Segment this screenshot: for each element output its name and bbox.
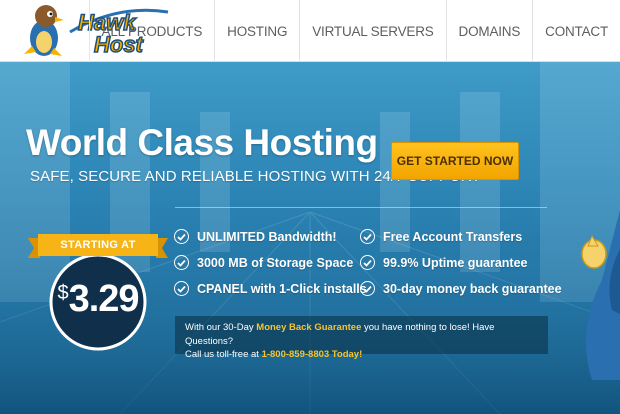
main-nav: ALL PRODUCTS HOSTING VIRTUAL SERVERS DOM… bbox=[88, 0, 620, 62]
site-header: Hawk Host ALL PRODUCTS HOSTING VIRTUAL S… bbox=[0, 0, 620, 62]
guarantee-line-1: With our 30-Day Money Back Guarantee you… bbox=[185, 321, 538, 348]
feature-label: 3000 MB of Storage Space bbox=[197, 255, 354, 270]
price-badge: STARTING AT $3.29 bbox=[28, 232, 168, 352]
price-amount: 3.29 bbox=[68, 278, 140, 320]
feature-item: 30-day money back guarantee bbox=[360, 281, 562, 296]
feature-label: 99.9% Uptime guarantee bbox=[383, 255, 528, 270]
feature-label: Free Account Transfers bbox=[383, 229, 523, 244]
money-back-highlight: Money Back Guarantee bbox=[256, 322, 362, 333]
check-circle-icon bbox=[360, 281, 375, 296]
starting-at-label: STARTING AT bbox=[60, 239, 136, 251]
nav-all-products[interactable]: ALL PRODUCTS bbox=[88, 0, 215, 62]
guarantee-text: With our 30-Day bbox=[185, 322, 257, 333]
price-currency: $ bbox=[57, 282, 69, 304]
feature-label: CPANEL with 1-Click installs bbox=[197, 281, 367, 296]
feature-item: UNLIMITED Bandwidth! bbox=[174, 229, 337, 244]
divider bbox=[175, 207, 547, 208]
nav-hosting[interactable]: HOSTING bbox=[214, 0, 299, 62]
feature-item: CPANEL with 1-Click installs bbox=[174, 281, 367, 296]
check-circle-icon bbox=[360, 229, 375, 244]
feature-item: 99.9% Uptime guarantee bbox=[360, 255, 528, 270]
feature-label: 30-day money back guarantee bbox=[383, 281, 562, 296]
feature-item: Free Account Transfers bbox=[360, 229, 522, 244]
feature-item: 3000 MB of Storage Space bbox=[174, 255, 353, 270]
nav-domains[interactable]: DOMAINS bbox=[445, 0, 533, 62]
price: $3.29 bbox=[28, 278, 168, 321]
guarantee-box: With our 30-Day Money Back Guarantee you… bbox=[175, 316, 548, 360]
check-circle-icon bbox=[174, 255, 189, 270]
check-circle-icon bbox=[174, 281, 189, 296]
get-started-button[interactable]: GET STARTED NOW bbox=[391, 142, 519, 180]
hawk-mascot-image bbox=[581, 210, 620, 380]
hero-banner: World Class Hosting SAFE, SECURE AND REL… bbox=[0, 62, 620, 414]
phone-number-link[interactable]: 1-800-859-8803 Today! bbox=[262, 349, 363, 360]
nav-virtual-servers[interactable]: VIRTUAL SERVERS bbox=[299, 0, 445, 62]
check-circle-icon bbox=[174, 229, 189, 244]
feature-label: UNLIMITED Bandwidth! bbox=[197, 229, 337, 244]
check-circle-icon bbox=[360, 255, 375, 270]
hero-headline: World Class Hosting bbox=[26, 122, 378, 163]
nav-contact[interactable]: CONTACT bbox=[532, 0, 620, 62]
guarantee-text: Call us toll-free at bbox=[185, 349, 262, 360]
guarantee-line-2: Call us toll-free at 1-800-859-8803 Toda… bbox=[185, 348, 538, 362]
